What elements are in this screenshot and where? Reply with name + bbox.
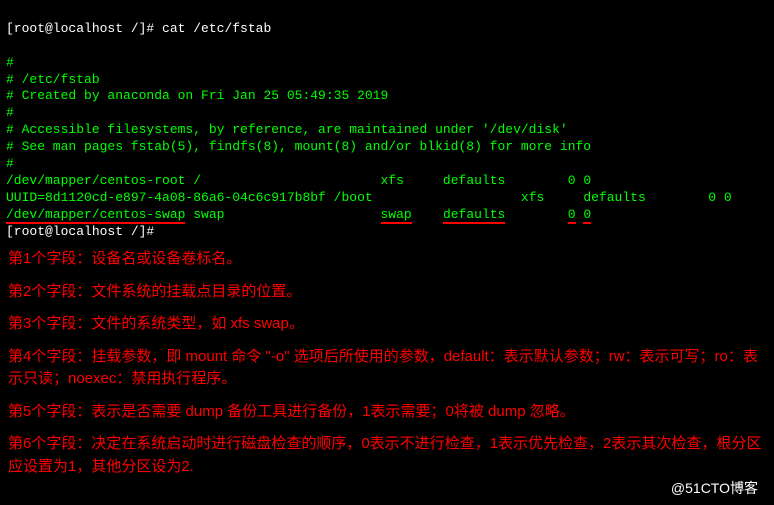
fstab-row1: /dev/mapper/centos-root / xfs defaults 0… [6,173,591,188]
watermark-label: @51CTO博客 [671,479,758,497]
fstab-comment: # Created by anaconda on Fri Jan 25 05:4… [6,88,388,103]
fstab-comment: # [6,105,14,120]
annotations-block: 第1个字段：设备名或设备卷标名。 第2个字段：文件系统的挂载点目录的位置。 第3… [0,244,774,492]
swap-fstype-underlined: swap [381,207,412,224]
swap-device-underlined: /dev/mapper/centos-swap [6,207,185,224]
fstab-comment: # [6,156,14,171]
annotation-field1: 第1个字段：设备名或设备卷标名。 [8,248,766,271]
annotation-field4: 第4个字段：挂载参数，即 mount 命令 "-o" 选项后所使用的参数，def… [8,346,766,391]
fstab-comment: # [6,55,14,70]
prompt-user: [root@localhost /]# [6,21,154,36]
annotation-field6: 第6个字段：决定在系统启动时进行磁盘检查的顺序，0表示不进行检查，1表示优先检查… [8,433,766,478]
prompt-line-2[interactable]: [root@localhost /]# [6,224,154,239]
fstab-row3: /dev/mapper/centos-swap swap swap defaul… [6,207,591,224]
command-text: cat /etc/fstab [162,21,271,36]
annotation-field5: 第5个字段：表示是否需要 dump 备份工具进行备份，1表示需要；0将被 dum… [8,401,766,424]
fstab-row2: UUID=8d1120cd-e897-4a08-86a6-04c6c917b8b… [6,190,732,205]
annotation-field3: 第3个字段：文件的系统类型，如 xfs swap。 [8,313,766,336]
swap-dump-underlined: 0 [568,207,576,224]
swap-options-underlined: defaults [443,207,505,224]
annotation-field2: 第2个字段：文件系统的挂载点目录的位置。 [8,281,766,304]
terminal-output: [root@localhost /]# cat /etc/fstab # # /… [0,0,774,244]
prompt-line: [root@localhost /]# cat /etc/fstab [6,21,271,36]
fstab-comment: # /etc/fstab [6,72,100,87]
fstab-comment: # Accessible filesystems, by reference, … [6,122,568,137]
swap-pass-underlined: 0 [583,207,591,224]
fstab-comment: # See man pages fstab(5), findfs(8), mou… [6,139,591,154]
